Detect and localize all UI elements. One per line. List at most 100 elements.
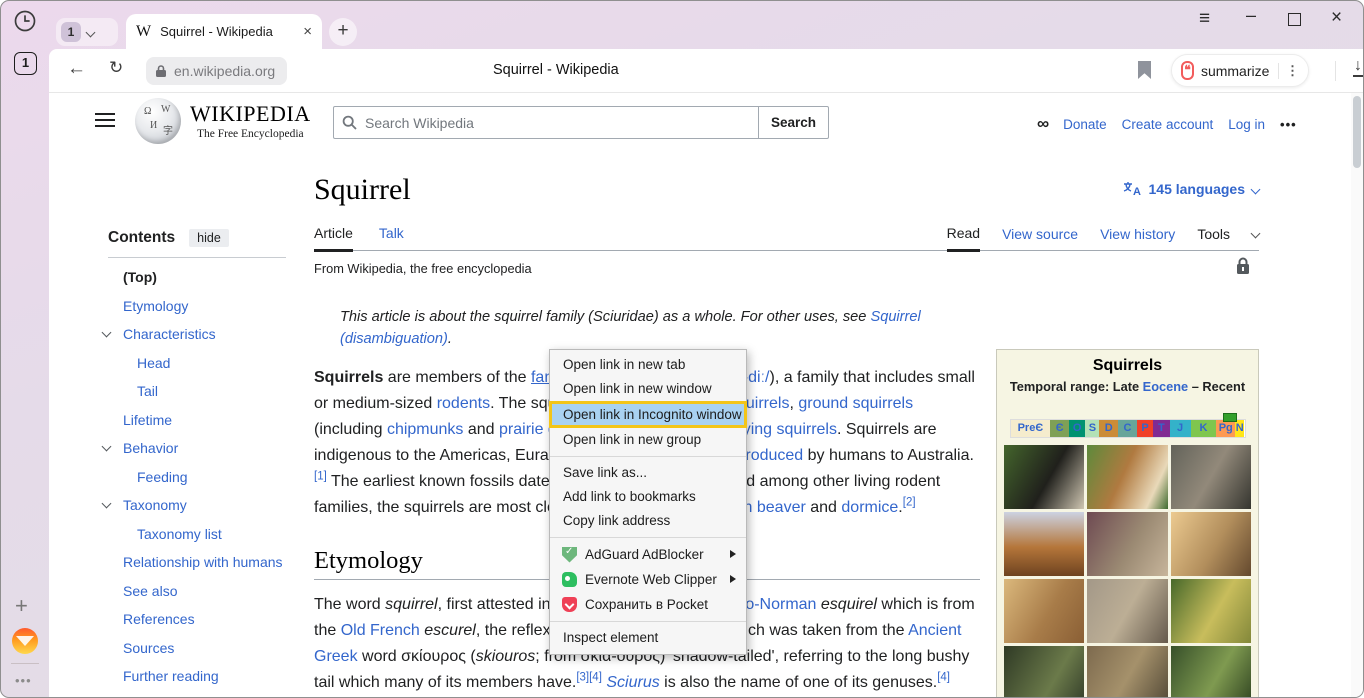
timescale-segment[interactable]: K — [1191, 420, 1217, 437]
old-french-link[interactable]: Old French — [341, 622, 420, 639]
photo-standing-ground-squirrels[interactable] — [1004, 579, 1084, 643]
active-tab[interactable]: W Squirrel - Wikipedia × — [126, 14, 322, 49]
tab-group-button[interactable]: 1 — [56, 18, 118, 46]
menu-open-incognito-window[interactable]: Open link in Incognito window — [549, 401, 747, 428]
tab-talk[interactable]: Talk — [379, 225, 404, 250]
tab-view-history[interactable]: View history — [1100, 226, 1175, 250]
rail-add-icon[interactable]: + — [15, 593, 28, 619]
search-button[interactable]: Search — [758, 106, 829, 139]
toc-item-tail[interactable]: Tail — [97, 384, 307, 399]
photo-gray-squirrel[interactable] — [1171, 445, 1251, 509]
tab-read[interactable]: Read — [947, 225, 980, 252]
timescale-segment[interactable]: C — [1118, 420, 1137, 437]
wikipedia-globe-logo[interactable]: ΩWИ字 — [135, 98, 181, 144]
menu-save-to-pocket[interactable]: Сохранить в Pocket — [550, 592, 746, 617]
sciurus-link[interactable]: Sciurus — [606, 674, 659, 691]
summarize-button[interactable]: ❝ summarize ⋮ — [1171, 54, 1309, 87]
photo-chipmunk[interactable] — [1087, 445, 1167, 509]
donate-link[interactable]: Donate — [1063, 117, 1107, 132]
back-button[interactable]: ← — [67, 58, 86, 80]
reload-button[interactable]: ↻ — [109, 58, 123, 78]
toc-item-lifetime[interactable]: Lifetime — [97, 413, 307, 428]
wikipedia-search-box[interactable] — [333, 106, 759, 139]
menu-open-new-group[interactable]: Open link in new group — [550, 428, 746, 452]
page-protection-lock-icon[interactable] — [1235, 257, 1251, 275]
rodents-link[interactable]: rodents — [437, 395, 490, 412]
toc-item-head[interactable]: Head — [97, 356, 307, 371]
timescale-segment[interactable]: T — [1153, 420, 1169, 437]
ref-1[interactable]: [1] — [314, 471, 327, 483]
main-menu-icon[interactable] — [95, 113, 115, 127]
photo-ground-squirrel[interactable] — [1087, 512, 1167, 576]
rail-more-icon[interactable]: ••• — [15, 673, 32, 688]
menu-save-link-as[interactable]: Save link as... — [550, 461, 746, 485]
tab-view-source[interactable]: View source — [1002, 226, 1078, 250]
yandex-mail-icon[interactable] — [12, 628, 38, 654]
timescale-segment[interactable]: PreЄ — [1011, 420, 1051, 437]
tab-close-icon[interactable]: × — [303, 23, 312, 40]
menu-copy-link-address[interactable]: Copy link address — [550, 509, 746, 533]
timescale-segment[interactable]: S — [1085, 420, 1099, 437]
geologic-timescale[interactable]: PreЄ Є O S D C P T J K Pg N — [1011, 420, 1245, 437]
toc-item-etymology[interactable]: Etymology — [97, 299, 307, 314]
photo-marmots[interactable] — [1087, 579, 1167, 643]
timescale-segment[interactable]: P — [1137, 420, 1153, 437]
menu-evernote[interactable]: Evernote Web Clipper — [550, 567, 746, 592]
chipmunks-link[interactable]: chipmunks — [387, 421, 463, 438]
address-bar[interactable]: en.wikipedia.org — [146, 57, 287, 85]
menu-inspect-element[interactable]: Inspect element — [550, 626, 746, 650]
flying-squirrels-link[interactable]: flying squirrels — [735, 421, 837, 438]
ref-2[interactable]: [2] — [903, 497, 916, 509]
dormice-link[interactable]: dormice — [841, 499, 898, 516]
downloads-icon[interactable]: ↓ — [1353, 57, 1363, 77]
menu-open-new-tab[interactable]: Open link in new tab — [550, 353, 746, 377]
toc-item-references[interactable]: References — [97, 612, 307, 627]
photo-squirrel-row4-b[interactable] — [1087, 646, 1167, 698]
toc-item-behavior[interactable]: Behavior — [97, 441, 307, 456]
menu-adguard[interactable]: AdGuard AdBlocker — [550, 542, 746, 567]
login-link[interactable]: Log in — [1228, 117, 1265, 132]
search-input[interactable] — [365, 115, 750, 131]
languages-button[interactable]: A 145 languages — [1123, 181, 1260, 197]
toc-item-taxonomy[interactable]: Taxonomy — [97, 498, 307, 513]
history-clock-icon[interactable] — [13, 9, 37, 33]
page-scrollbar[interactable] — [1351, 93, 1363, 698]
bookmark-icon[interactable] — [1138, 61, 1151, 79]
toc-hide-button[interactable]: hide — [189, 229, 229, 247]
photo-black-giant-squirrel[interactable] — [1004, 445, 1084, 509]
wikipedia-wordmark[interactable]: WIKIPEDIA The Free Encyclopedia — [190, 101, 311, 140]
tab-tools[interactable]: Tools — [1197, 226, 1230, 250]
timescale-segment[interactable]: O — [1069, 420, 1085, 437]
create-account-link[interactable]: Create account — [1122, 117, 1214, 132]
photo-prairie-dogs[interactable] — [1171, 579, 1251, 643]
minimize-button[interactable]: – — [1246, 5, 1256, 26]
sidebar-tab-counter[interactable]: 1 — [14, 52, 37, 75]
ref-4[interactable]: [4] — [937, 672, 950, 684]
new-tab-button[interactable]: + — [329, 18, 357, 46]
photo-uinta-ground-squirrel[interactable] — [1171, 512, 1251, 576]
ground-squirrels-link[interactable]: ground squirrels — [798, 395, 913, 412]
timescale-segment[interactable]: Є — [1050, 420, 1069, 437]
photo-fox-squirrel[interactable] — [1004, 512, 1084, 576]
chevron-down-icon[interactable] — [102, 328, 112, 338]
menu-add-link-bookmarks[interactable]: Add link to bookmarks — [550, 485, 746, 509]
photo-squirrel-row4-a[interactable] — [1004, 646, 1084, 698]
tab-article[interactable]: Article — [314, 225, 353, 252]
more-options-icon[interactable]: ••• — [1280, 117, 1297, 132]
scrollbar-thumb[interactable] — [1353, 96, 1361, 168]
chevron-down-icon[interactable] — [86, 27, 96, 37]
chevron-down-icon[interactable] — [102, 442, 112, 452]
toc-item-sources[interactable]: Sources — [97, 641, 307, 656]
toc-item-see-also[interactable]: See also — [97, 584, 307, 599]
toc-item-relationship[interactable]: Relationship with humans — [97, 555, 307, 570]
toc-item-further-reading[interactable]: Further reading — [97, 669, 307, 684]
toc-item-characteristics[interactable]: Characteristics — [97, 327, 307, 342]
timescale-segment[interactable]: N — [1235, 420, 1244, 437]
timescale-segment[interactable]: Pg — [1216, 420, 1235, 437]
maximize-button[interactable] — [1288, 13, 1301, 26]
menu-open-new-window[interactable]: Open link in new window — [550, 377, 746, 401]
ref-3-4[interactable]: [3][4] — [576, 672, 602, 684]
toc-item-feeding[interactable]: Feeding — [97, 470, 307, 485]
eocene-range-link[interactable]: Eocene — [1143, 379, 1189, 394]
appearance-icon[interactable]: ∞ — [1037, 114, 1048, 134]
